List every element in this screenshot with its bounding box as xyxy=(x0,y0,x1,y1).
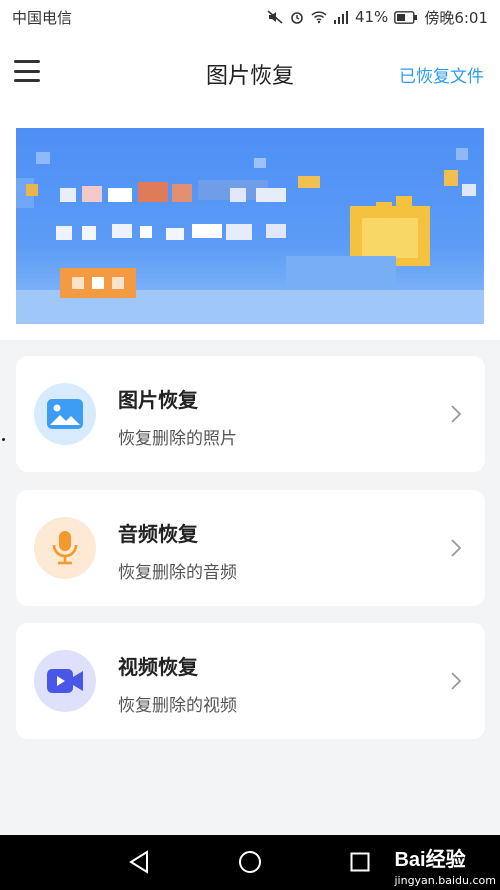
baidu-watermark: Bai经验 jingyan.baidu.com xyxy=(394,843,496,887)
menu-icon[interactable] xyxy=(14,60,40,82)
card-subtitle: 恢复删除的视频 xyxy=(118,696,237,716)
stray-dot xyxy=(2,438,5,441)
battery-percent: 41% xyxy=(354,8,389,26)
card-title: 视频恢复 xyxy=(118,655,198,679)
card-audio-recovery[interactable]: 音频恢复 恢复删除的音频 xyxy=(16,490,485,606)
card-subtitle: 恢复删除的照片 xyxy=(118,429,237,449)
back-icon[interactable] xyxy=(128,850,150,874)
status-icons: 41% 傍晚6:01 xyxy=(267,7,488,28)
chevron-right-icon xyxy=(451,539,462,557)
home-icon[interactable] xyxy=(238,850,262,874)
promo-banner[interactable] xyxy=(16,128,484,324)
card-subtitle: 恢复删除的音频 xyxy=(118,563,237,583)
signal-icon xyxy=(333,11,348,24)
card-title: 图片恢复 xyxy=(118,388,198,412)
recovered-files-link[interactable]: 已恢复文件 xyxy=(399,62,484,87)
alarm-icon xyxy=(291,12,303,24)
banner-cta-button[interactable] xyxy=(60,268,136,298)
mute-icon xyxy=(267,10,283,24)
video-camera-icon xyxy=(34,650,96,712)
system-navigation-bar: Bai经验 jingyan.baidu.com xyxy=(0,835,500,890)
card-photo-recovery[interactable]: 图片恢复 恢复删除的照片 xyxy=(16,356,485,472)
chevron-right-icon xyxy=(451,405,462,423)
app-header: 图片恢复 已恢复文件 xyxy=(0,34,500,114)
chevron-right-icon xyxy=(451,672,462,690)
microphone-icon xyxy=(34,517,96,579)
image-icon xyxy=(34,383,96,445)
banner-area xyxy=(0,114,500,340)
battery-icon xyxy=(394,10,418,24)
recent-apps-icon[interactable] xyxy=(350,852,370,872)
clock: 傍晚6:01 xyxy=(424,8,488,27)
watermark-brand: Bai经验 xyxy=(394,849,466,871)
status-bar: 中国电信 41% 傍晚6:01 xyxy=(0,0,500,34)
wifi-icon xyxy=(311,11,327,24)
card-title: 音频恢复 xyxy=(118,522,198,546)
carrier-label: 中国电信 xyxy=(12,8,73,27)
watermark-site: jingyan.baidu.com xyxy=(394,874,496,887)
card-video-recovery[interactable]: 视频恢复 恢复删除的视频 xyxy=(16,623,485,739)
